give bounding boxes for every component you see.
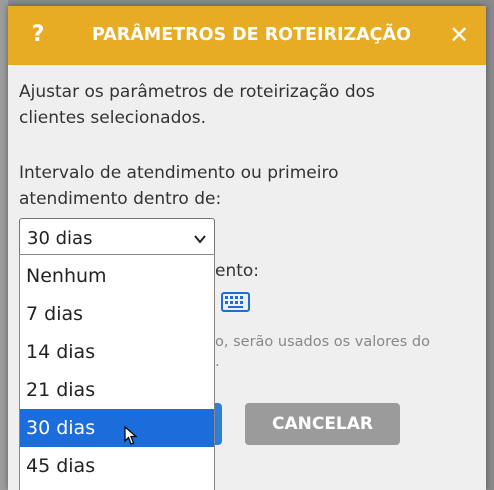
chevron-down-icon <box>194 235 206 244</box>
cancel-button[interactable]: CANCELAR <box>245 403 400 445</box>
interval-label-line-1: Intervalo de atendimento ou primeiro <box>19 163 339 183</box>
option-45-days[interactable]: 45 dias <box>20 447 214 485</box>
first-visit-label-fragment: ento: <box>215 261 260 281</box>
interval-label-line-2: atendimento dentro de: <box>19 189 222 209</box>
description-line-2: clientes selecionados. <box>19 108 207 128</box>
description-line-1: Ajustar os parâmetros de roteirização do… <box>19 82 375 102</box>
option-7-days[interactable]: 7 dias <box>20 295 214 333</box>
option-none[interactable]: Nenhum <box>20 257 214 295</box>
note-line-1-fragment: o, serão usados os valores do <box>215 334 430 350</box>
keyboard-icon[interactable] <box>221 292 250 312</box>
dialog-header: ? PARÂMETROS DE ROTEIRIZAÇÃO ✕ <box>8 6 486 65</box>
option-30-days[interactable]: 30 dias <box>20 409 214 447</box>
mouse-cursor-icon <box>124 426 138 445</box>
background-page <box>0 0 8 490</box>
interval-select-value: 30 dias <box>27 228 93 249</box>
option-21-days[interactable]: 21 dias <box>20 371 214 409</box>
interval-select[interactable]: 30 dias <box>19 218 215 258</box>
help-icon[interactable]: ? <box>28 19 48 51</box>
interval-options-list: Nenhum 7 dias 14 dias 21 dias 30 dias 45… <box>19 254 215 490</box>
close-icon[interactable]: ✕ <box>446 21 472 49</box>
dialog-title: PARÂMETROS DE ROTEIRIZAÇÃO <box>92 25 411 45</box>
option-14-days[interactable]: 14 dias <box>20 333 214 371</box>
note-line-2-fragment: . <box>215 354 220 370</box>
